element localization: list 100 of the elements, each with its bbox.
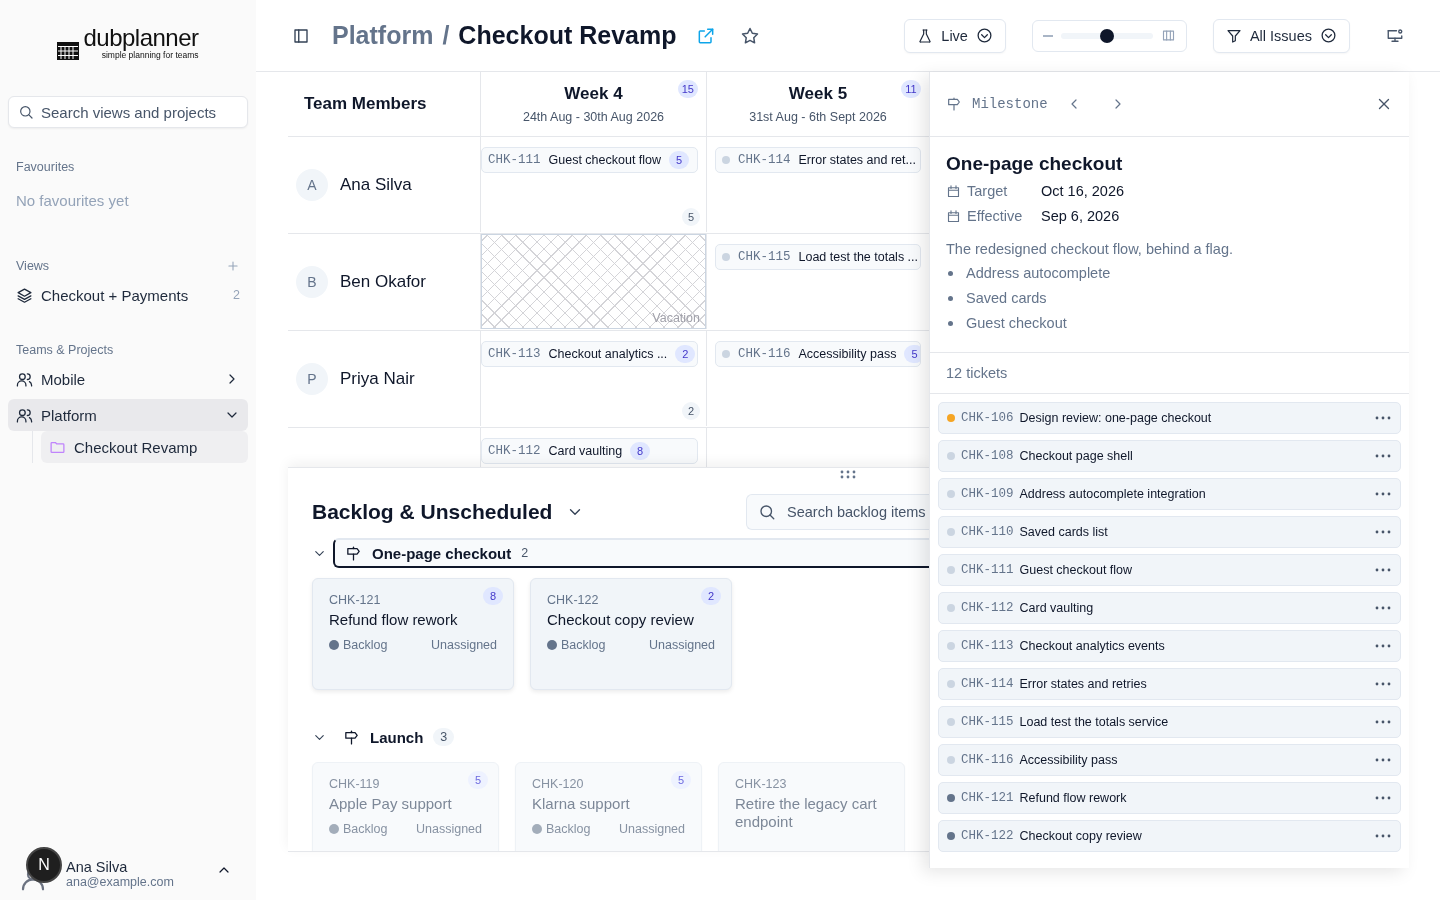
assignee-label: Unassigned [649,638,715,652]
points-badge: 2 [701,587,721,605]
ticket-id: CHK-113 [961,639,1014,653]
calendar-icon [946,183,961,199]
ticket-title: Load test the totals ... [798,250,919,264]
backlog-card[interactable]: CHK-123 Retire the legacy cart endpoint [718,762,905,851]
ticket-title: Error states and ret... [798,153,916,167]
milestone-header[interactable]: One-page checkout 2 [333,538,929,568]
field-label: Target [967,182,1009,200]
ticket-row[interactable]: CHK-121 Refund flow rework [938,782,1401,814]
status-dot [532,824,542,834]
ticket-id: CHK-121 [329,593,381,607]
drag-handle-icon[interactable] [839,469,857,480]
ticket-id: CHK-111 [961,563,1014,577]
ticket-card[interactable]: CHK-113 Checkout analytics ... 2 [481,341,698,367]
ticket-title: Saved cards list [1019,525,1108,539]
points-badge: 5 [671,771,691,789]
ticket-id: CHK-109 [961,487,1014,501]
ticket-title: Refund flow rework [1019,791,1127,805]
ticket-row[interactable]: CHK-115 Load test the totals service [938,706,1401,738]
ticket-title: Checkout copy review [547,611,695,629]
member-name: Ben Okafor [340,272,426,292]
logo-icon [57,42,80,60]
ticket-id: CHK-112 [961,601,1014,615]
ticket-id: CHK-123 [735,777,787,791]
milestone-header[interactable]: Launch 3 [333,722,929,752]
ticket-card[interactable]: CHK-112 Card vaulting 8 [481,438,698,464]
points-badge: 2 [675,345,696,363]
monitor-icon [1386,26,1404,45]
search-field[interactable]: Search backlog items [746,494,929,530]
signpost-icon [343,728,360,746]
ticket-id: CHK-112 [488,444,541,458]
status-label: Backlog [343,638,388,652]
ticket-row[interactable]: CHK-111 Guest checkout flow [938,554,1401,586]
member-avatar: A [296,169,328,201]
search-icon [18,104,34,120]
panel-kind: Milestone [972,96,1048,112]
zoom-slider[interactable] [1031,19,1187,52]
status-dot [329,824,339,834]
mode-button[interactable]: Live [904,18,1006,53]
backlog-card[interactable]: CHK-119 Apple Pay support Backlog Unassigned 5 [312,762,499,851]
breadcrumb-item[interactable]: Platform [332,21,434,50]
ticket-row[interactable]: CHK-114 Error states and retries [938,668,1401,700]
milestone-title: One-page checkout [946,153,1124,175]
ticket-id: CHK-119 [329,777,380,791]
ticket-row[interactable]: CHK-106 Design review: one-page checkout [938,402,1401,434]
ticket-id: CHK-114 [961,677,1014,691]
ticket-row[interactable]: CHK-116 Accessibility pass [938,744,1401,776]
team-item[interactable]: Platform [8,399,248,431]
ticket-row[interactable]: CHK-109 Address autocomplete integration [938,478,1401,510]
chevron-circle-icon [975,27,993,44]
ticket-card[interactable]: CHK-111 Guest checkout flow 5 [481,147,698,173]
search-icon [758,503,776,521]
ticket-card[interactable]: CHK-115 Load test the totals ... [715,244,921,270]
ticket-row[interactable]: CHK-108 Checkout page shell [938,440,1401,472]
backlog-card[interactable]: CHK-120 Klarna support Backlog Unassigned 5 [515,762,702,851]
bullet-item: Guest checkout [966,314,1067,332]
logo-text: dubplanner [83,27,199,49]
field-value: Oct 16, 2026 [1041,182,1125,200]
search-field[interactable]: Search views and projects [8,96,248,128]
vacation-label: Vacation [652,311,700,325]
field-value: Sep 6, 2026 [1041,207,1120,225]
users-icon [16,406,33,424]
star-icon [740,25,761,46]
team-item[interactable]: Mobile [8,363,248,395]
user-name: Ana Silva [66,859,129,875]
count-badge: 15 [677,80,698,98]
project-item[interactable]: Checkout Revamp [41,431,248,463]
ticket-id: CHK-122 [547,593,599,607]
ticket-title: Load test the totals service [1019,715,1169,729]
ticket-title: Guest checkout flow [548,153,662,167]
ticket-id: CHK-113 [488,347,541,361]
ticket-row[interactable]: CHK-112 Card vaulting [938,592,1401,624]
user-avatar[interactable]: N [26,847,62,883]
ticket-id: CHK-122 [961,829,1014,843]
view-item[interactable]: Checkout + Payments 2 [8,279,248,311]
ticket-card[interactable]: CHK-114 Error states and ret... [715,147,921,173]
points-badge: 8 [483,587,503,605]
status-label: Backlog [561,638,606,652]
backlog-card[interactable]: CHK-121 Refund flow rework Backlog Unassigned 8 [312,578,514,690]
bullet-icon [948,295,953,301]
status-label: Backlog [343,822,388,836]
ticket-id: CHK-121 [961,791,1014,805]
week-title: Week 4 [564,84,623,104]
ticket-id: CHK-111 [488,153,541,167]
ticket-row[interactable]: CHK-122 Checkout copy review [938,820,1401,852]
section-heading: Favourites [16,160,75,174]
empty-message: No favourites yet [15,192,130,209]
week-range: 31st Aug - 6th Sept 2026 [749,110,887,124]
ticket-title: Checkout analytics events [1019,639,1165,653]
plus-icon [226,259,240,273]
bullet-icon [948,320,953,326]
ticket-id: CHK-116 [961,753,1014,767]
filter-button[interactable]: All Issues [1212,18,1350,53]
backlog-title: Backlog & Unscheduled [312,500,553,524]
ticket-card[interactable]: CHK-116 Accessibility pass 5 [715,341,921,367]
chevron-circle-icon [1320,27,1337,44]
ticket-row[interactable]: CHK-110 Saved cards list [938,516,1401,548]
backlog-card[interactable]: CHK-122 Checkout copy review Backlog Unassigned 2 [530,578,732,690]
ticket-row[interactable]: CHK-113 Checkout analytics events [938,630,1401,662]
